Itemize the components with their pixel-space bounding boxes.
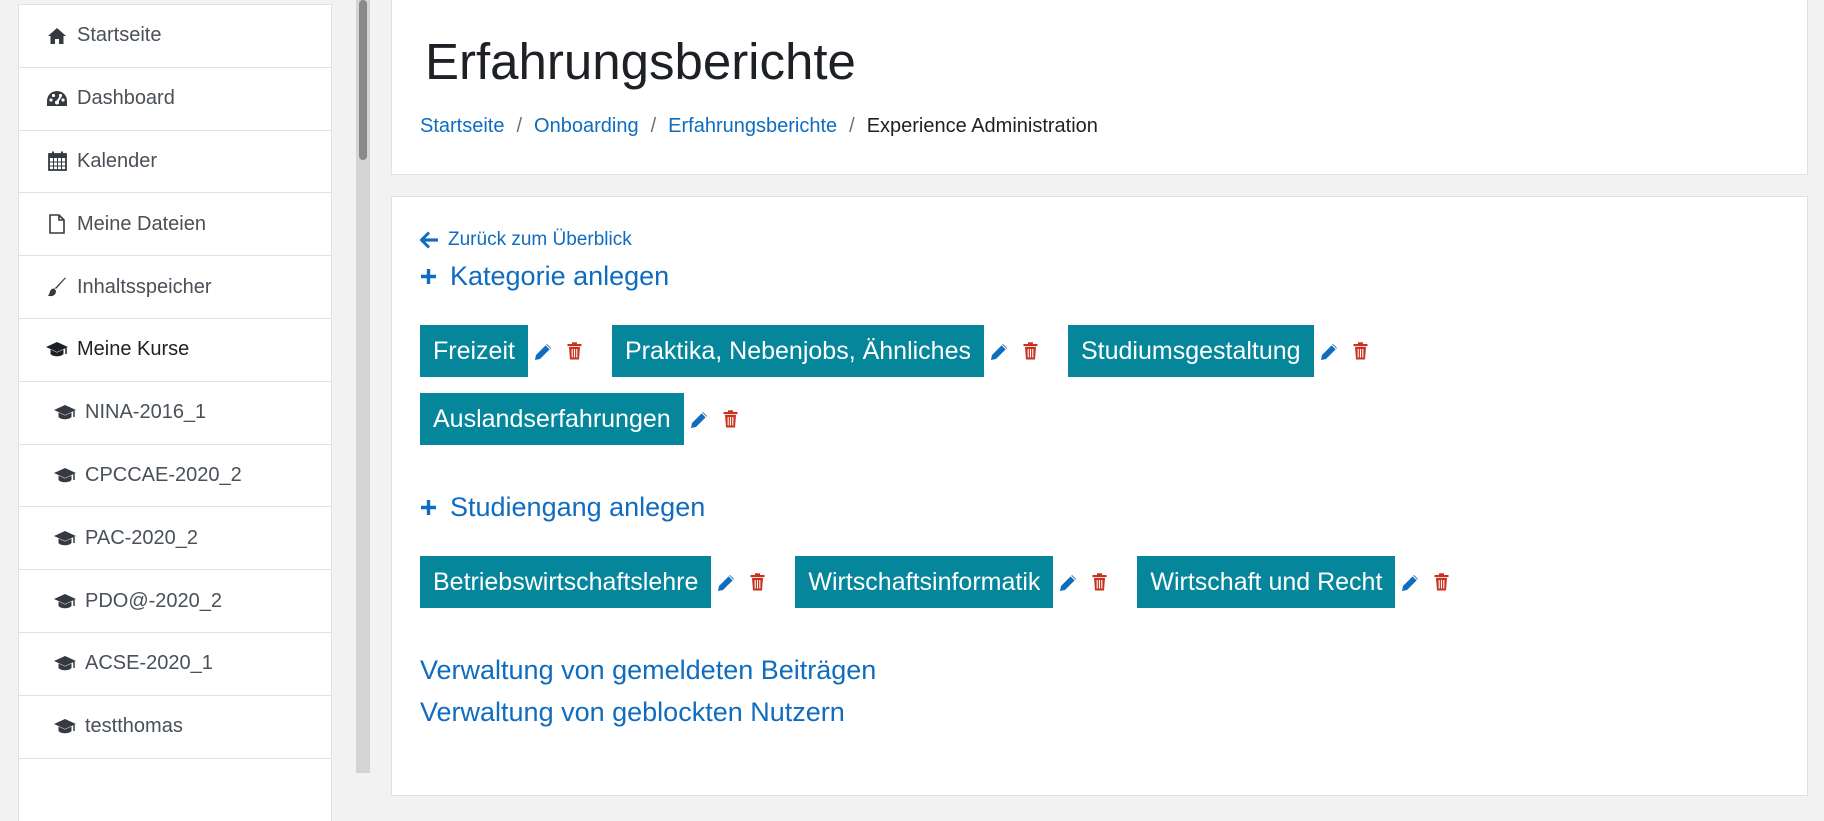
studiengang-chip[interactable]: Wirtschaftsinformatik <box>795 556 1054 608</box>
sidebar-course-label: CPCCAE-2020_2 <box>85 463 242 486</box>
add-category-label: Kategorie anlegen <box>450 261 670 291</box>
trash-icon[interactable] <box>750 573 765 591</box>
sidebar-item-inhaltsspeicher[interactable]: Inhaltsspeicher <box>19 256 331 319</box>
pencil-icon[interactable] <box>1401 573 1420 592</box>
sidebar-item-label: Kalender <box>77 149 158 172</box>
manage-reported-posts-link[interactable]: Verwaltung von gemeldeten Beiträgen <box>420 655 876 686</box>
category-chip[interactable]: Auslandserfahrungen <box>420 393 684 445</box>
arrow-left-icon <box>420 231 439 249</box>
category-chip[interactable]: Praktika, Nebenjobs, Ähnliches <box>611 325 984 377</box>
pencil-icon[interactable] <box>1320 342 1339 361</box>
graduation-cap-icon <box>51 526 79 550</box>
breadcrumb-current: Experience Administration <box>866 115 1098 137</box>
graduation-cap-icon <box>51 589 79 613</box>
dashboard-icon <box>45 87 69 111</box>
trash-icon[interactable] <box>1353 342 1368 360</box>
breadcrumb-separator: / <box>849 115 855 137</box>
graduation-cap-icon <box>51 715 79 739</box>
home-icon <box>45 24 69 48</box>
brush-icon <box>45 275 69 299</box>
category-chip[interactable]: Studiumsgestaltung <box>1068 325 1314 377</box>
sidebar-item-label: Inhaltsspeicher <box>77 275 212 298</box>
category-item: Praktika, Nebenjobs, Ähnliches <box>611 325 1038 377</box>
category-row: Freizeit Praktika, Nebenjobs, Ähnliches … <box>420 325 1398 377</box>
manage-blocked-users-link[interactable]: Verwaltung von geblockten Nutzern <box>420 697 845 728</box>
sidebar-nav: Startseite Dashboard Kalender Meine Date… <box>18 4 332 821</box>
studiengang-item: Wirtschaft und Recht <box>1137 556 1449 608</box>
graduation-cap-icon <box>45 338 69 362</box>
add-category-link[interactable]: Kategorie anlegen <box>420 261 669 292</box>
main-card: Zurück zum Überblick Kategorie anlegen F… <box>391 196 1808 796</box>
add-studiengang-label: Studiengang anlegen <box>450 492 706 522</box>
sidebar-item-meine-kurse[interactable]: Meine Kurse <box>19 319 331 382</box>
sidebar-item-label: Meine Kurse <box>77 338 190 361</box>
plus-icon <box>420 268 437 285</box>
sidebar-course-item[interactable]: PAC-2020_2 <box>19 507 331 571</box>
category-chip[interactable]: Freizeit <box>420 325 528 377</box>
category-item: Studiumsgestaltung <box>1068 325 1368 377</box>
page-title: Erfahrungsberichte <box>425 33 856 90</box>
trash-icon[interactable] <box>567 342 582 360</box>
sidebar-course-item[interactable]: NINA-2016_1 <box>19 382 331 445</box>
pencil-icon[interactable] <box>990 342 1009 361</box>
studiengang-chip[interactable]: Wirtschaft und Recht <box>1137 556 1396 608</box>
sidebar-item-label: Startseite <box>77 24 162 47</box>
category-row: Auslandserfahrungen <box>420 393 768 445</box>
graduation-cap-icon <box>51 652 79 676</box>
sidebar-course-item[interactable]: CPCCAE-2020_2 <box>19 445 331 508</box>
sidebar-course-label: testthomas <box>85 715 183 738</box>
plus-icon <box>420 499 437 516</box>
sidebar-item-startseite[interactable]: Startseite <box>19 5 331 68</box>
sidebar-course-label: ACSE-2020_1 <box>85 652 213 675</box>
sidebar-course-item[interactable]: PDO@-2020_2 <box>19 570 331 633</box>
sidebar-course-label: NINA-2016_1 <box>85 401 207 424</box>
sidebar: Startseite Dashboard Kalender Meine Date… <box>0 0 356 821</box>
trash-icon[interactable] <box>1092 573 1107 591</box>
graduation-cap-icon <box>51 463 79 487</box>
category-item: Auslandserfahrungen <box>420 393 738 445</box>
breadcrumb-separator: / <box>516 115 523 137</box>
sidebar-course-label: PAC-2020_2 <box>85 526 199 549</box>
trash-icon[interactable] <box>1023 342 1038 360</box>
breadcrumb-startseite[interactable]: Startseite <box>420 115 504 138</box>
sidebar-item-kalender[interactable]: Kalender <box>19 131 331 194</box>
studiengang-item: Wirtschaftsinformatik <box>795 556 1107 608</box>
category-item: Freizeit <box>420 325 582 377</box>
pencil-icon[interactable] <box>717 573 736 592</box>
breadcrumb: Startseite / Onboarding / Erfahrungsberi… <box>420 115 1098 138</box>
breadcrumb-erfahrungsberichte[interactable]: Erfahrungsberichte <box>668 115 837 138</box>
sidebar-item-dashboard[interactable]: Dashboard <box>19 68 331 131</box>
pencil-icon[interactable] <box>1059 573 1078 592</box>
sidebar-course-label: PDO@-2020_2 <box>85 589 223 612</box>
sidebar-item-label: Meine Dateien <box>77 212 206 235</box>
breadcrumb-onboarding[interactable]: Onboarding <box>534 115 639 138</box>
sidebar-course-item[interactable]: ACSE-2020_1 <box>19 633 331 696</box>
add-studiengang-link[interactable]: Studiengang anlegen <box>420 492 705 523</box>
sidebar-item-meine-dateien[interactable]: Meine Dateien <box>19 193 331 257</box>
sidebar-item-partial <box>19 759 331 821</box>
breadcrumb-separator: / <box>650 115 657 137</box>
graduation-cap-icon <box>51 401 79 425</box>
pencil-icon[interactable] <box>534 342 553 361</box>
calendar-icon <box>45 149 69 173</box>
studiengang-row: Betriebswirtschaftslehre Wirtschaftsinfo… <box>420 556 1479 608</box>
pencil-icon[interactable] <box>690 410 709 429</box>
studiengang-item: Betriebswirtschaftslehre <box>420 556 765 608</box>
trash-icon[interactable] <box>1434 573 1449 591</box>
page-header: Erfahrungsberichte Startseite / Onboardi… <box>391 0 1808 175</box>
back-to-overview-link[interactable]: Zurück zum Überblick <box>420 229 632 251</box>
trash-icon[interactable] <box>723 410 738 428</box>
back-link-label: Zurück zum Überblick <box>448 229 632 250</box>
file-icon <box>45 212 69 236</box>
studiengang-chip[interactable]: Betriebswirtschaftslehre <box>420 556 712 608</box>
sidebar-course-item[interactable]: testthomas <box>19 696 331 759</box>
sidebar-scrollbar-thumb[interactable] <box>359 0 367 160</box>
sidebar-item-label: Dashboard <box>77 87 175 110</box>
